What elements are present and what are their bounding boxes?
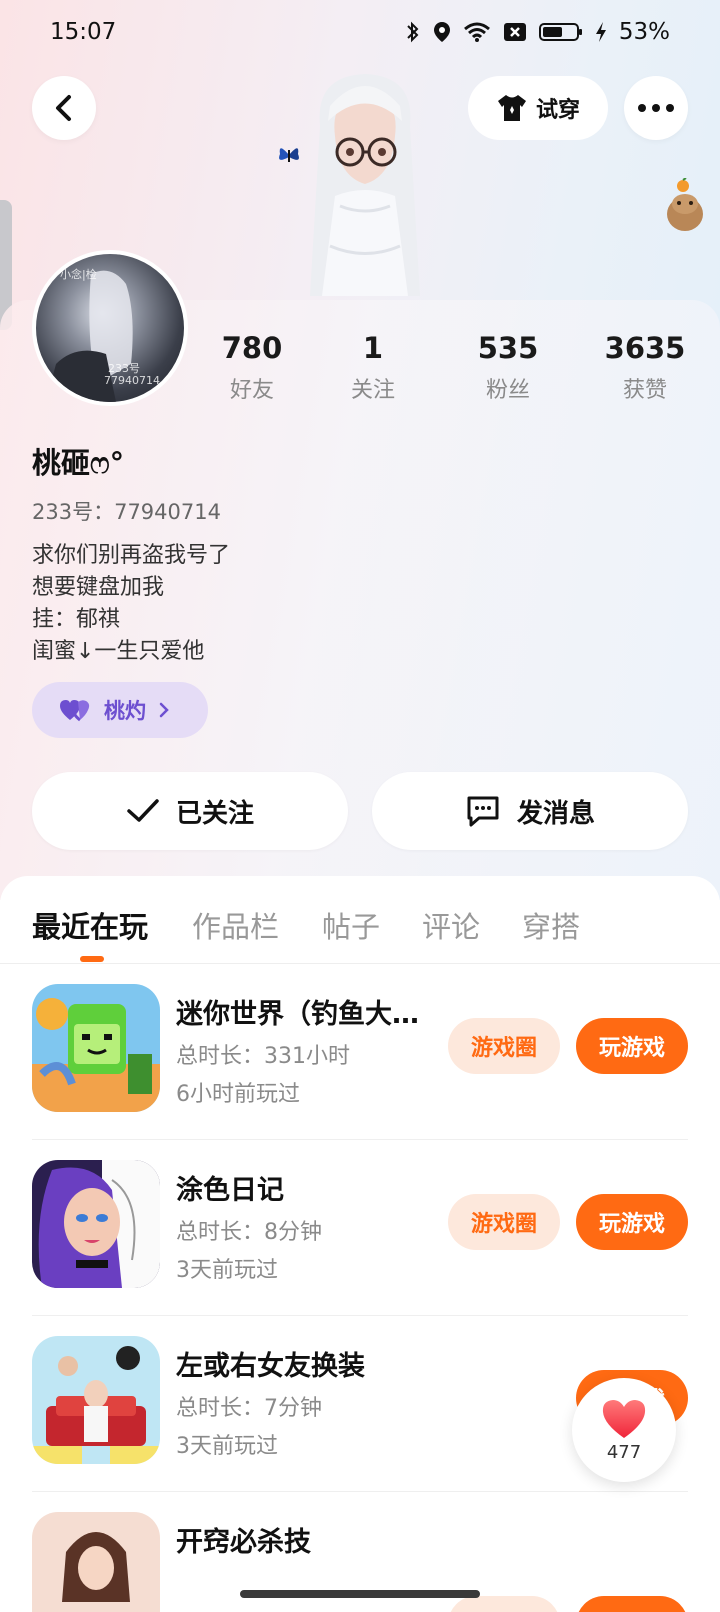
try-on-button[interactable]: 试穿 bbox=[468, 76, 608, 140]
bio-line: 求你们别再盗我号了 bbox=[32, 543, 231, 568]
bio-line: 想要键盘加我 bbox=[32, 575, 165, 600]
stat-label: 获赞 bbox=[622, 378, 667, 403]
avatar-watermark-top: 小念|检 bbox=[60, 268, 97, 281]
following-button[interactable]: 已关注 bbox=[32, 772, 348, 850]
charging-icon bbox=[595, 22, 606, 42]
tab-recently-played[interactable]: 最近在玩 bbox=[32, 904, 148, 946]
stat-likes[interactable]: 3635 获赞 bbox=[590, 330, 700, 404]
username: 桃砸ෆ° bbox=[32, 446, 125, 480]
game-list-item[interactable]: 涂色日记 总时长：8分钟 3天前玩过 游戏圈 玩游戏 bbox=[0, 1140, 720, 1316]
user-id[interactable]: 233号：77940714 bbox=[32, 496, 221, 526]
wifi-icon bbox=[463, 22, 490, 42]
more-options-button[interactable] bbox=[624, 76, 688, 140]
game-icon-left-or-right bbox=[32, 1336, 160, 1464]
game-duration: 总时长：331小时 bbox=[176, 1044, 350, 1069]
stat-number: 1 bbox=[362, 331, 384, 365]
play-game-button[interactable]: 玩游戏 bbox=[576, 1018, 688, 1074]
heart-icon bbox=[602, 1399, 646, 1438]
active-tab-indicator bbox=[80, 956, 104, 962]
capybara-sticker-icon bbox=[667, 178, 703, 231]
status-time: 15:07 bbox=[50, 19, 117, 45]
game-icon-coloring-diary bbox=[32, 1160, 160, 1288]
status-bar: 15:07 53% bbox=[0, 0, 720, 64]
game-last-played: 3天前玩过 bbox=[176, 1258, 278, 1283]
try-on-label: 试穿 bbox=[535, 98, 580, 123]
send-message-button[interactable]: 发消息 bbox=[372, 772, 688, 850]
relationship-tag-chip[interactable]: 桃灼 bbox=[32, 682, 208, 738]
like-count: 477 bbox=[606, 1441, 642, 1463]
game-title: 迷你世界（钓鱼大… bbox=[176, 999, 419, 1030]
stat-number: 3635 bbox=[604, 331, 686, 365]
chevron-right-icon bbox=[159, 702, 169, 718]
location-icon bbox=[433, 22, 450, 42]
game-circle-button[interactable]: 游戏圈 bbox=[448, 1018, 560, 1074]
butterfly-decoration-icon bbox=[279, 148, 299, 162]
game-title: 左或右女友换装 bbox=[176, 1351, 365, 1382]
game-icon-kaiqiao bbox=[32, 1512, 160, 1612]
profile-tabs: 最近在玩 作品栏 帖子 评论 穿搭 bbox=[0, 876, 720, 964]
stat-number: 535 bbox=[477, 331, 539, 365]
game-circle-button[interactable] bbox=[448, 1596, 560, 1612]
chat-bubble-icon bbox=[467, 796, 499, 827]
stat-label: 好友 bbox=[229, 378, 274, 403]
bio-line: 挂：郁祺 bbox=[32, 607, 121, 632]
double-heart-icon bbox=[60, 700, 90, 722]
battery-icon bbox=[538, 23, 582, 41]
tag-label: 桃灼 bbox=[104, 699, 146, 723]
floating-like-button[interactable]: 477 bbox=[572, 1378, 676, 1482]
stat-followers[interactable]: 535 粉丝 bbox=[453, 330, 563, 404]
game-circle-button[interactable]: 游戏圈 bbox=[448, 1194, 560, 1250]
back-button[interactable] bbox=[32, 76, 96, 140]
stat-label: 粉丝 bbox=[485, 378, 530, 403]
game-duration: 总时长：8分钟 bbox=[176, 1220, 322, 1245]
game-list-item[interactable]: 迷你世界（钓鱼大… 总时长：331小时 6小时前玩过 游戏圈 玩游戏 bbox=[0, 964, 720, 1140]
back-arrow-icon bbox=[56, 95, 71, 121]
more-dots-icon bbox=[638, 104, 674, 112]
stat-following[interactable]: 1 关注 bbox=[318, 330, 428, 404]
play-game-button[interactable] bbox=[576, 1596, 688, 1612]
stat-label: 关注 bbox=[350, 378, 395, 403]
play-game-button[interactable]: 玩游戏 bbox=[576, 1194, 688, 1250]
bio-line: 闺蜜↓一生只爱他 bbox=[32, 639, 205, 664]
game-last-played: 6小时前玩过 bbox=[176, 1082, 300, 1107]
home-indicator[interactable] bbox=[240, 1590, 480, 1598]
tab-posts[interactable]: 帖子 bbox=[322, 904, 380, 946]
status-icons: 53% bbox=[405, 19, 670, 45]
game-duration: 总时长：7分钟 bbox=[176, 1396, 322, 1421]
game-title: 开窍必杀技 bbox=[176, 1527, 311, 1558]
profile-stats: 780 好友 1 关注 535 粉丝 3635 获赞 bbox=[0, 330, 720, 410]
content-panel: 最近在玩 作品栏 帖子 评论 穿搭 迷你世界（钓鱼大… 总时长：331小时 6小… bbox=[0, 876, 720, 1612]
tab-works[interactable]: 作品栏 bbox=[192, 904, 279, 946]
stat-friends[interactable]: 780 好友 bbox=[197, 330, 307, 404]
game-title: 涂色日记 bbox=[176, 1175, 284, 1206]
send-message-label: 发消息 bbox=[516, 798, 595, 829]
user-bio: 求你们别再盗我号了 想要键盘加我 挂：郁祺 闺蜜↓一生只爱他 bbox=[32, 540, 230, 668]
tab-outfits[interactable]: 穿搭 bbox=[522, 904, 580, 946]
tshirt-icon bbox=[497, 95, 526, 121]
character-avatar-image bbox=[310, 74, 420, 296]
game-last-played: 3天前玩过 bbox=[176, 1434, 278, 1459]
check-icon bbox=[127, 799, 159, 822]
bluetooth-icon bbox=[407, 21, 419, 43]
battery-percent: 53% bbox=[618, 19, 670, 45]
stat-number: 780 bbox=[221, 331, 283, 365]
following-label: 已关注 bbox=[175, 798, 254, 829]
sim-off-icon bbox=[503, 23, 526, 41]
game-icon-mini-world bbox=[32, 984, 160, 1112]
tab-comments[interactable]: 评论 bbox=[422, 904, 480, 946]
